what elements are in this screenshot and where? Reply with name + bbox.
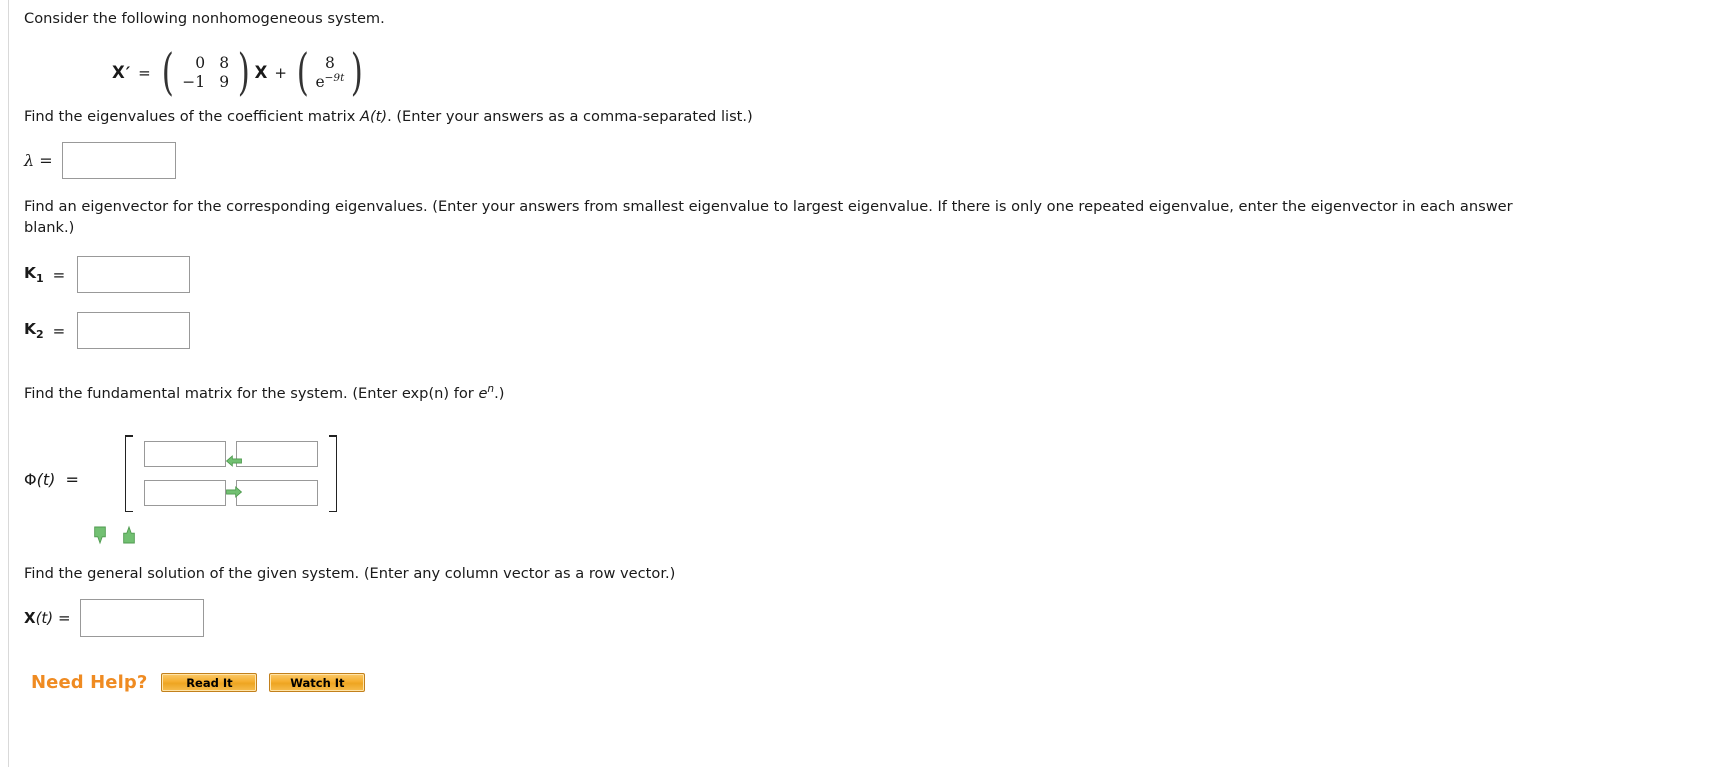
lambda-input[interactable] (61, 141, 176, 179)
k2-equals: = (52, 321, 66, 340)
part3-prompt-pre: Find the fundamental matrix for the syst… (24, 384, 479, 402)
equation-plus: + (274, 63, 287, 82)
watch-it-button[interactable]: Watch It (269, 673, 366, 693)
part4-answer-row: X(t) = (24, 598, 1724, 638)
part1-prompt: Find the eigenvalues of the coefficient … (24, 107, 1724, 128)
lambda-label: λ = (24, 150, 53, 170)
arrow-down-icon[interactable] (92, 524, 112, 545)
part1-prompt-post: . (Enter your answers as a comma-separat… (387, 107, 753, 125)
k2-answer-row: K2 = (24, 311, 1724, 351)
matrix-cell-1-1: 9 (219, 72, 230, 91)
part2-prompt: Find an eigenvector for the correspondin… (24, 197, 1724, 238)
matrix-cell-1-0: −1 (182, 72, 206, 91)
phi-cell-input-1-0[interactable] (144, 480, 226, 507)
phi-bracket-right (325, 435, 338, 513)
matrix-paren-right: ) (237, 43, 250, 102)
need-help-label: Need Help? (31, 672, 148, 694)
forcing-exp-base: e (315, 73, 325, 92)
part3-prompt-post: .) (494, 384, 505, 402)
equation-lhs-symbol: X (112, 63, 125, 83)
phi-bracket-left (124, 435, 137, 513)
part1-matrix-arg: (t) (369, 107, 388, 125)
general-solution-equals: = (57, 609, 71, 628)
forcing-paren-left: ( (296, 43, 309, 102)
k1-label-subscript: 1 (36, 272, 44, 286)
fundamental-matrix-block: Φ(t) = (24, 426, 1724, 545)
general-solution-input[interactable] (79, 599, 204, 638)
equation-state-vector: X (254, 63, 268, 83)
general-solution-label: X(t) = (24, 609, 71, 627)
part1-answer-row: λ = (24, 140, 1724, 180)
k1-label-symbol: K (24, 264, 37, 283)
k2-label-symbol: K (24, 320, 37, 339)
general-solution-arg: (t) (35, 609, 54, 628)
phi-cell-input-0-1[interactable] (236, 441, 318, 468)
k1-answer-row: K1 = (24, 255, 1724, 295)
question-page: Consider the following nonhomogeneous sy… (0, 0, 1733, 767)
left-border-rule (8, 0, 9, 767)
coefficient-matrix: 0 8 −1 9 (177, 54, 234, 91)
equation-prime: ′ (125, 63, 131, 83)
row-swap-arrows (224, 452, 244, 501)
k1-equals: = (52, 265, 66, 284)
part1-prompt-pre: Find the eigenvalues of the coefficient … (24, 107, 360, 125)
matrix-cell-0-1: 8 (219, 54, 230, 73)
arrow-left-icon[interactable] (224, 452, 244, 470)
system-equation: X ′ = ( 0 8 −1 9 ) X + (8 e−9t) (112, 45, 1724, 101)
equation-equals: = (138, 63, 151, 82)
phi-symbol: Φ (24, 470, 37, 490)
question-content: Consider the following nonhomogeneous sy… (24, 0, 1724, 693)
phi-equals: = (65, 470, 79, 490)
phi-cell-input-1-1[interactable] (236, 480, 318, 507)
part2-prompt-line1: Find an eigenvector for the correspondin… (24, 198, 1513, 216)
phi-arg: (t) (36, 470, 56, 490)
need-help-row: Need Help? Read It Watch It (24, 672, 1724, 693)
forcing-exp-power: −9t (324, 72, 345, 85)
general-solution-symbol: X (24, 609, 36, 628)
read-it-button[interactable]: Read It (161, 673, 258, 693)
forcing-cell-0: 8 (324, 53, 335, 72)
forcing-vector: 8 e−9t (312, 54, 347, 92)
forcing-cell-1: e−9t (312, 72, 347, 92)
k2-label-subscript: 2 (36, 328, 44, 342)
k1-label: K1 (24, 264, 44, 285)
part3-prompt: Find the fundamental matrix for the syst… (24, 382, 1724, 405)
k2-input[interactable] (77, 312, 191, 350)
arrow-right-icon[interactable] (224, 483, 244, 501)
part2-prompt-line2: blank.) (24, 219, 75, 237)
matrix-paren-left: ( (161, 43, 174, 102)
matrix-cell-0-0: 0 (195, 54, 206, 73)
part4-prompt: Find the general solution of the given s… (24, 565, 676, 583)
forcing-paren-right: ) (351, 43, 364, 102)
column-swap-arrows (92, 524, 141, 545)
phi-cell-input-0-0[interactable] (144, 441, 226, 468)
phi-label: Φ(t) = (24, 470, 79, 489)
arrow-up-icon[interactable] (121, 524, 141, 544)
k1-input[interactable] (77, 256, 191, 294)
problem-intro: Consider the following nonhomogeneous sy… (24, 10, 385, 27)
k2-label: K2 (24, 320, 44, 341)
part1-matrix-variable: A (359, 107, 370, 125)
